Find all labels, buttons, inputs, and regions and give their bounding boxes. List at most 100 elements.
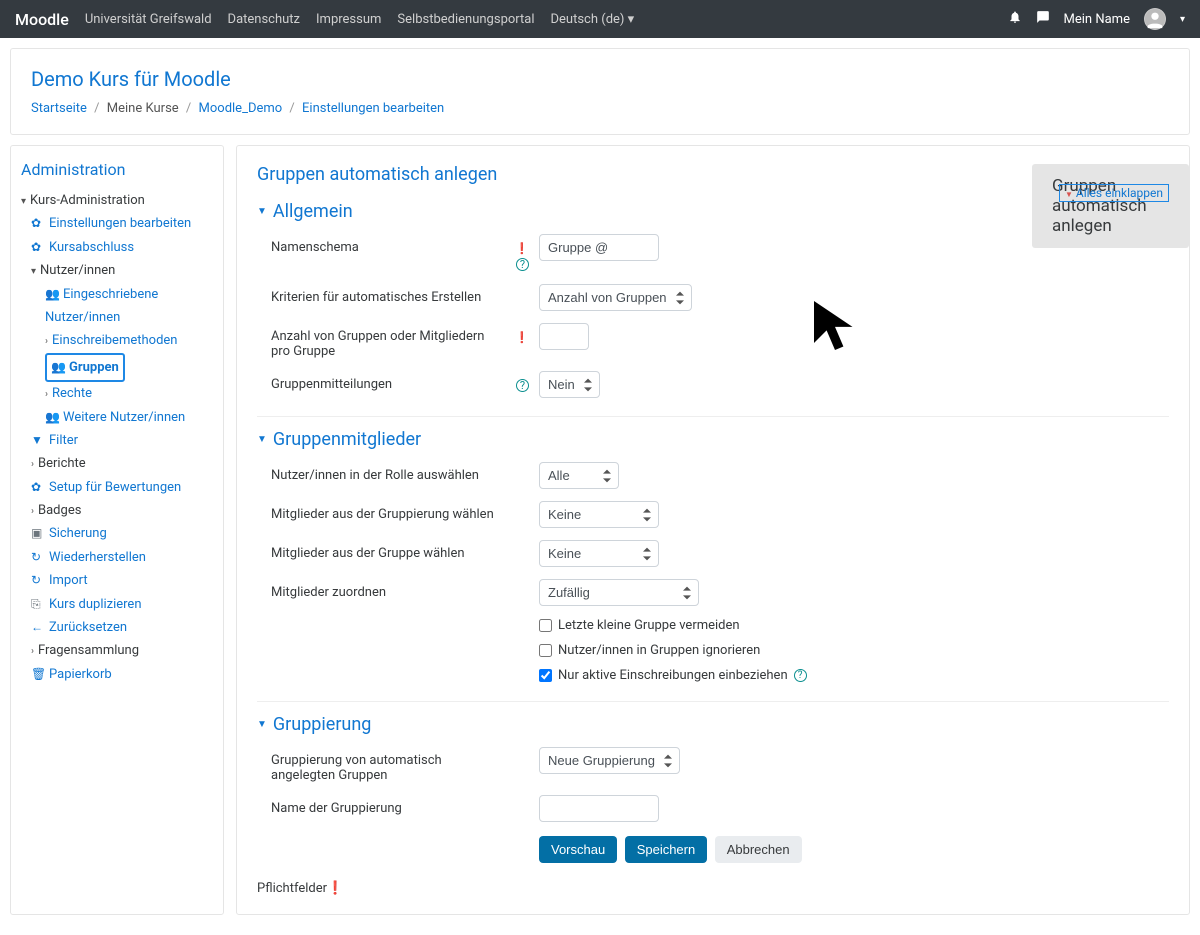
breadcrumb-2[interactable]: Moodle_Demo bbox=[199, 101, 283, 116]
tree-filter[interactable]: Filter bbox=[49, 433, 78, 448]
label-kriterien: Kriterien für automatisches Erstellen bbox=[271, 284, 501, 305]
collapse-icon: ▼ bbox=[1065, 190, 1073, 199]
users-icon: 👥 bbox=[45, 407, 59, 429]
nav-link-0[interactable]: Universität Greifswald bbox=[85, 12, 212, 27]
notification-icon[interactable] bbox=[1008, 10, 1022, 28]
main-content: Gruppen automatisch anlegen Gruppen auto… bbox=[236, 145, 1190, 915]
gear-icon: ✿ bbox=[31, 213, 45, 235]
anzahl-input[interactable] bbox=[539, 323, 589, 350]
tree-nutzer[interactable]: Nutzer/innen bbox=[40, 263, 115, 278]
nav-link-2[interactable]: Impressum bbox=[316, 12, 381, 27]
sidebar-title: Administration bbox=[21, 160, 213, 179]
gear-icon: ✿ bbox=[31, 237, 45, 259]
vorschau-button[interactable]: Vorschau bbox=[539, 836, 617, 863]
chevron-down-icon: ▼ bbox=[257, 719, 267, 730]
required-icon: ❗ bbox=[515, 242, 529, 255]
tree-toggle[interactable]: ▾ bbox=[21, 196, 26, 207]
messages-icon[interactable] bbox=[1036, 10, 1050, 28]
label-mitteilungen: Gruppenmitteilungen bbox=[271, 371, 501, 392]
tree-gruppen[interactable]: Gruppen bbox=[69, 360, 119, 375]
tree-kursabschluss[interactable]: Kursabschluss bbox=[49, 240, 134, 255]
tree-zurucksetzen[interactable]: Zurücksetzen bbox=[49, 620, 127, 635]
breadcrumb: Startseite / Meine Kurse / Moodle_Demo /… bbox=[31, 101, 1169, 116]
label-anzahl: Anzahl von Gruppen oder Mitgliedern pro … bbox=[271, 323, 501, 359]
tree-import[interactable]: Import bbox=[49, 573, 88, 588]
label-aktive: Nur aktive Einschreibungen einbeziehen bbox=[558, 668, 788, 683]
users-icon: 👥 bbox=[51, 357, 65, 379]
tree-eingeschriebene[interactable]: Eingeschriebene Nutzer/innen bbox=[45, 287, 158, 325]
tree-toggle[interactable]: › bbox=[45, 389, 48, 400]
page-title: Demo Kurs für Moodle bbox=[31, 67, 1169, 91]
label-name-gruppierung: Name der Gruppierung bbox=[271, 795, 501, 816]
tree-papierkorb[interactable]: Papierkorb bbox=[49, 667, 112, 682]
abbrechen-button[interactable]: Abbrechen bbox=[715, 836, 802, 863]
label-mitglieder-gruppierung: Mitglieder aus der Gruppierung wählen bbox=[271, 501, 501, 522]
nav-link-3[interactable]: Selbstbedienungsportal bbox=[397, 12, 534, 27]
brand[interactable]: Moodle bbox=[15, 10, 69, 29]
tree-weitere-nutzer[interactable]: Weitere Nutzer/innen bbox=[63, 410, 185, 425]
section-gruppenmitglieder-header[interactable]: ▼ Gruppenmitglieder bbox=[257, 429, 1169, 450]
speichern-button[interactable]: Speichern bbox=[625, 836, 708, 863]
tree-kurs-admin[interactable]: Kurs-Administration bbox=[30, 193, 145, 208]
mitglieder-gruppe-select[interactable]: Keine bbox=[539, 540, 659, 567]
mitglieder-gruppierung-select[interactable]: Keine bbox=[539, 501, 659, 528]
avatar[interactable] bbox=[1144, 8, 1166, 30]
language-selector[interactable]: Deutsch (de) ▾ bbox=[551, 12, 635, 27]
tree-toggle[interactable]: › bbox=[45, 336, 48, 347]
label-namenschema: Namenschema bbox=[271, 234, 501, 255]
page-header: Demo Kurs für Moodle Startseite / Meine … bbox=[10, 48, 1190, 135]
tree-sicherung[interactable]: Sicherung bbox=[49, 526, 107, 541]
backup-icon: ▣ bbox=[31, 523, 45, 545]
username[interactable]: Mein Name bbox=[1064, 12, 1130, 27]
navbar: Moodle Universität Greifswald Datenschut… bbox=[0, 0, 1200, 38]
tree-berichte[interactable]: Berichte bbox=[38, 456, 86, 471]
section-gruppierung-header[interactable]: ▼ Gruppierung bbox=[257, 714, 1169, 735]
ignorieren-checkbox[interactable] bbox=[539, 644, 552, 657]
label-ignorieren: Nutzer/innen in Gruppen ignorieren bbox=[558, 643, 760, 658]
collapse-all-button[interactable]: ▼ Alles einklappen bbox=[1059, 184, 1169, 202]
namenschema-input[interactable] bbox=[539, 234, 659, 261]
trash-icon: 🗑 bbox=[31, 664, 45, 686]
help-icon[interactable]: ? bbox=[794, 669, 807, 682]
label-nutzer-rolle: Nutzer/innen in der Rolle auswählen bbox=[271, 462, 501, 483]
label-letzte-gruppe: Letzte kleine Gruppe vermeiden bbox=[558, 618, 740, 633]
tree-toggle[interactable]: ▾ bbox=[31, 266, 36, 277]
required-note: Pflichtfelder❗ bbox=[257, 881, 1169, 896]
highlight-create-groups: Gruppen automatisch anlegen bbox=[1032, 164, 1189, 248]
help-icon[interactable]: ? bbox=[516, 379, 529, 392]
user-dropdown-icon[interactable]: ▾ bbox=[1180, 14, 1185, 25]
import-icon: ↻ bbox=[31, 570, 45, 592]
tree-duplizieren[interactable]: Kurs duplizieren bbox=[49, 597, 142, 612]
mitteilungen-select[interactable]: Nein bbox=[539, 371, 600, 398]
gear-icon: ✿ bbox=[31, 477, 45, 499]
tree-setup[interactable]: Setup für Bewertungen bbox=[49, 480, 181, 495]
tree-toggle[interactable]: › bbox=[31, 506, 34, 517]
chevron-down-icon: ▼ bbox=[257, 434, 267, 445]
required-icon: ❗ bbox=[515, 331, 529, 344]
chevron-down-icon: ▼ bbox=[257, 206, 267, 217]
kriterien-select[interactable]: Anzahl von Gruppen bbox=[539, 284, 692, 311]
help-icon[interactable]: ? bbox=[516, 258, 529, 271]
sidebar: Administration ▾ Kurs-Administration ✿ Ein… bbox=[10, 145, 224, 915]
aktive-checkbox[interactable] bbox=[539, 669, 552, 682]
breadcrumb-0[interactable]: Startseite bbox=[31, 101, 87, 116]
tree-einstellungen[interactable]: Einstellungen bearbeiten bbox=[49, 216, 191, 231]
filter-icon: ▼ bbox=[31, 430, 45, 452]
tree-badges[interactable]: Badges bbox=[38, 503, 81, 518]
tree-toggle[interactable]: › bbox=[31, 459, 34, 470]
gruppierung-von-select[interactable]: Neue Gruppierung bbox=[539, 747, 680, 774]
tree-toggle[interactable]: › bbox=[31, 646, 34, 657]
letzte-gruppe-checkbox[interactable] bbox=[539, 619, 552, 632]
label-gruppierung-von: Gruppierung von automatisch angelegten G… bbox=[271, 747, 501, 783]
nav-link-1[interactable]: Datenschutz bbox=[228, 12, 300, 27]
mitglieder-zuordnen-select[interactable]: Zufällig bbox=[539, 579, 699, 606]
users-icon: 👥 bbox=[45, 284, 59, 306]
tree-wiederherstellen[interactable]: Wiederherstellen bbox=[49, 550, 146, 565]
tree-einschreibemethoden[interactable]: Einschreibemethoden bbox=[52, 333, 177, 348]
breadcrumb-3[interactable]: Einstellungen bearbeiten bbox=[302, 101, 444, 116]
nutzer-rolle-select[interactable]: Alle bbox=[539, 462, 619, 489]
reset-icon: ← bbox=[31, 617, 45, 639]
tree-rechte[interactable]: Rechte bbox=[52, 386, 92, 401]
tree-fragensammlung[interactable]: Fragensammlung bbox=[38, 643, 139, 658]
label-mitglieder-zuordnen: Mitglieder zuordnen bbox=[271, 579, 501, 600]
